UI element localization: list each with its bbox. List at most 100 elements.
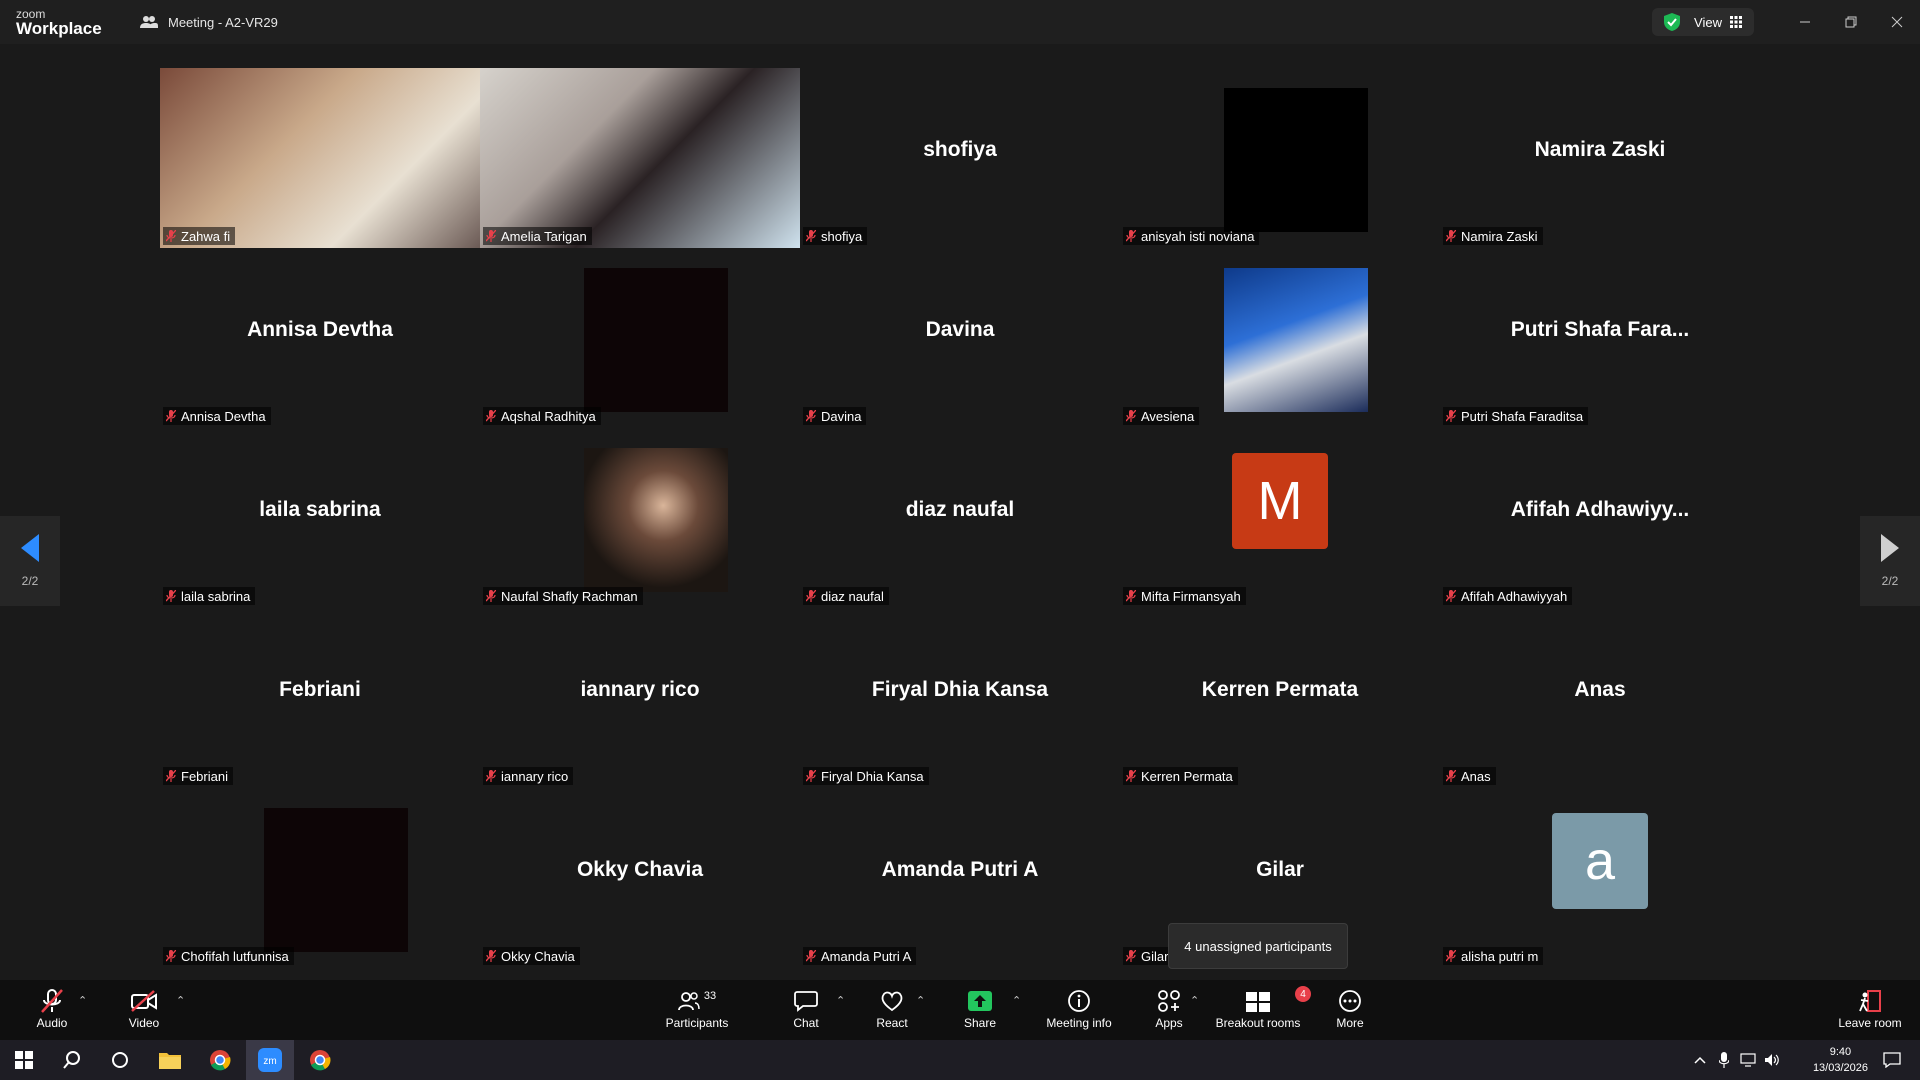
participant-name: Kerren Permata — [1141, 768, 1233, 784]
leave-room-button[interactable]: Leave room — [1838, 986, 1902, 1036]
folder-icon — [159, 1053, 181, 1069]
search-button[interactable] — [48, 1040, 96, 1080]
svg-text:zm: zm — [263, 1056, 276, 1067]
participant-name: Afifah Adhawiyyah — [1461, 588, 1568, 604]
participant-label: Annisa Devtha — [163, 407, 271, 425]
participant-tile[interactable]: Naufal Shafly Rachman — [480, 428, 800, 608]
participant-name: Febriani — [181, 768, 228, 784]
shield-check-icon — [1664, 13, 1681, 31]
breakout-rooms-button[interactable]: 4 Breakout rooms — [1212, 986, 1311, 1036]
minimize-button[interactable] — [1782, 0, 1828, 44]
mic-muted-icon — [806, 410, 816, 422]
notification-icon — [1883, 1052, 1901, 1068]
share-button[interactable]: Share — [962, 986, 998, 1036]
title-bar: zoom Workplace Meeting - A2-VR29 View — [0, 0, 1920, 44]
participant-tile[interactable]: M Mifta Firmansyah — [1120, 428, 1440, 608]
participant-tile[interactable]: Kerren Permata Kerren Permata — [1120, 608, 1440, 788]
participant-tile[interactable]: Putri Shafa Fara... Putri Shafa Faraditsa — [1440, 248, 1760, 428]
apps-options-caret[interactable]: ⌃ — [1190, 994, 1199, 1007]
start-button[interactable] — [0, 1040, 48, 1080]
file-explorer-button[interactable] — [146, 1040, 194, 1080]
zoom-app-icon: zm — [258, 1048, 282, 1072]
participant-tile[interactable]: Aqshal Radhitya — [480, 248, 800, 428]
tray-overflow-button[interactable] — [1688, 1040, 1712, 1080]
participant-tile[interactable]: Zahwa fi — [160, 68, 480, 248]
audio-options-caret[interactable]: ⌃ — [78, 994, 87, 1007]
participant-tile[interactable]: diaz naufal diaz naufal — [800, 428, 1120, 608]
heart-icon — [881, 991, 903, 1012]
prev-page-button[interactable]: 2/2 — [0, 516, 60, 606]
react-button[interactable]: React — [872, 986, 912, 1036]
mic-muted-icon — [1126, 230, 1136, 242]
participant-tile[interactable]: Febriani Febriani — [160, 608, 480, 788]
cortana-button[interactable] — [96, 1040, 144, 1080]
apps-button[interactable]: Apps — [1152, 986, 1186, 1036]
meeting-title-text: Meeting - A2-VR29 — [168, 14, 278, 30]
next-page-button[interactable]: 2/2 — [1860, 516, 1920, 606]
participant-display-name: Febriani — [279, 678, 361, 701]
chrome-button[interactable] — [196, 1040, 244, 1080]
participant-tile[interactable]: Namira Zaski Namira Zaski — [1440, 68, 1760, 248]
share-options-caret[interactable]: ⌃ — [1012, 994, 1021, 1007]
chrome-profile-button[interactable] — [296, 1040, 344, 1080]
react-options-caret[interactable]: ⌃ — [916, 994, 925, 1007]
react-label: React — [876, 1016, 908, 1030]
participant-display-name: Okky Chavia — [576, 858, 704, 881]
participant-name: Annisa Devtha — [181, 408, 266, 424]
participant-name: anisyah isti noviana — [1141, 228, 1255, 244]
participant-tile[interactable]: Davina Davina — [800, 248, 1120, 428]
participant-tile[interactable]: Anas Anas — [1440, 608, 1760, 788]
participant-tile[interactable]: Firyal Dhia Kansa Firyal Dhia Kansa — [800, 608, 1120, 788]
close-button[interactable] — [1874, 0, 1920, 44]
notifications-button[interactable] — [1872, 1040, 1912, 1080]
mic-muted-icon — [1446, 950, 1456, 962]
avatar: M — [1232, 453, 1328, 549]
meeting-info-button[interactable]: Meeting info — [1042, 986, 1116, 1036]
meeting-title[interactable]: Meeting - A2-VR29 — [140, 15, 278, 30]
tray-volume-button[interactable] — [1760, 1040, 1784, 1080]
participant-name: Chofifah lutfunnisa — [181, 948, 289, 964]
participant-display-name: Firyal Dhia Kansa — [871, 678, 1049, 701]
more-button[interactable]: More — [1334, 986, 1366, 1036]
participant-name: Naufal Shafly Rachman — [501, 588, 638, 604]
participant-tile[interactable]: Okky Chavia Okky Chavia — [480, 788, 800, 968]
mic-muted-icon — [1126, 770, 1136, 782]
video-button[interactable]: Video — [124, 986, 164, 1036]
participant-tile[interactable]: Amanda Putri A Amanda Putri A — [800, 788, 1120, 968]
participant-name: iannary rico — [501, 768, 569, 784]
participant-tile[interactable]: a alisha putri m — [1440, 788, 1760, 968]
tray-network-button[interactable] — [1736, 1040, 1760, 1080]
participant-tile[interactable]: Chofifah lutfunnisa — [160, 788, 480, 968]
participant-tile[interactable]: iannary rico iannary rico — [480, 608, 800, 788]
participant-tile[interactable]: Afifah Adhawiyy... Afifah Adhawiyyah — [1440, 428, 1760, 608]
participant-label: Avesiena — [1123, 407, 1200, 425]
participants-button[interactable]: 33 Participants — [660, 986, 734, 1036]
system-clock[interactable]: 9:40 13/03/2026 — [1813, 1044, 1868, 1076]
audio-label: Audio — [36, 1016, 68, 1030]
participant-tile[interactable]: shofiya shofiya — [800, 68, 1120, 248]
participant-label: diaz naufal — [803, 587, 889, 605]
participant-name: Okky Chavia — [501, 948, 575, 964]
chat-options-caret[interactable]: ⌃ — [836, 994, 845, 1007]
view-button[interactable]: View — [1652, 8, 1754, 36]
tray-mic-button[interactable] — [1712, 1040, 1736, 1080]
restore-button[interactable] — [1828, 0, 1874, 44]
participant-tile[interactable]: laila sabrina laila sabrina — [160, 428, 480, 608]
participant-label: Chofifah lutfunnisa — [163, 947, 294, 965]
chat-button[interactable]: Chat — [788, 986, 824, 1036]
mic-muted-icon — [166, 410, 176, 422]
zoom-taskbar-button[interactable]: zm — [246, 1040, 294, 1080]
mic-muted-icon — [806, 230, 816, 242]
participant-tile[interactable]: Annisa Devtha Annisa Devtha — [160, 248, 480, 428]
participants-label: Participants — [665, 1016, 729, 1030]
participant-label: Okky Chavia — [483, 947, 580, 965]
participant-label: Davina — [803, 407, 867, 425]
participant-tile[interactable]: anisyah isti noviana — [1120, 68, 1440, 248]
video-feed — [160, 68, 480, 248]
participant-label: Naufal Shafly Rachman — [483, 587, 643, 605]
participant-label: Amanda Putri A — [803, 947, 917, 965]
participant-tile[interactable]: Avesiena — [1120, 248, 1440, 428]
audio-button[interactable]: Audio — [30, 986, 74, 1036]
participant-tile[interactable]: Amelia Tarigan — [480, 68, 800, 248]
video-options-caret[interactable]: ⌃ — [176, 994, 185, 1007]
